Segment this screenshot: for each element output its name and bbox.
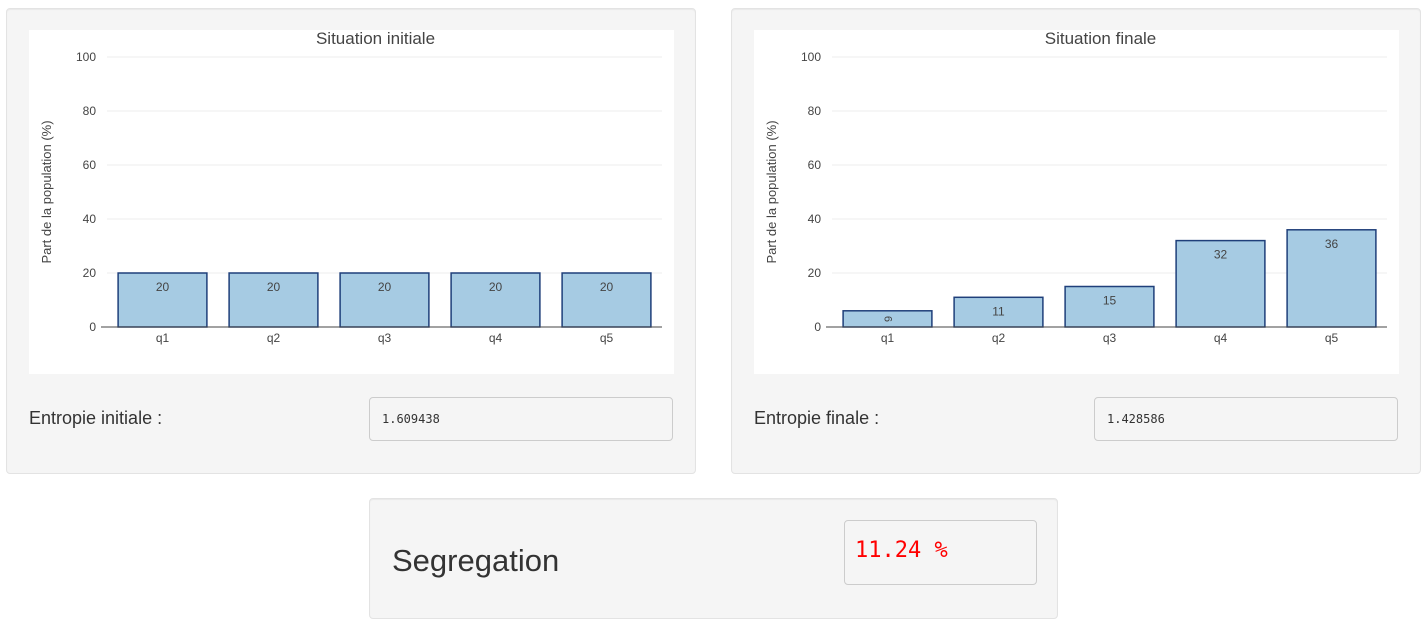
- y-tick-label-40: 40: [808, 212, 822, 226]
- initial-situation-panel: Situation initiale 0 20 40 60 80 100 Part de la…: [6, 8, 696, 474]
- x-tick-label-q2: q2: [267, 331, 281, 345]
- y-axis-label: Part de la population (%): [764, 120, 779, 263]
- bar-value-label-q1: 20: [156, 280, 170, 294]
- final-bar-chart: Situation finale 0 20 40 60 80 100 Part de la p…: [764, 30, 1387, 345]
- segregation-label: Segregation: [392, 543, 560, 578]
- bar-value-label-q3: 20: [378, 280, 392, 294]
- y-tick-label-20: 20: [83, 266, 97, 280]
- final-entropy-label: Entropie finale :: [754, 408, 880, 428]
- segregation-panel: Segregation 11.24 %: [369, 498, 1058, 619]
- y-tick-label-0: 0: [814, 320, 821, 334]
- x-tick-label-q5: q5: [600, 331, 614, 345]
- x-tick-label-q5: q5: [1325, 331, 1339, 345]
- bar-value-label-q2: 20: [267, 280, 281, 294]
- bar-value-label-q4: 20: [489, 280, 503, 294]
- chart-title: Situation initiale: [316, 30, 435, 48]
- x-tick-label-q1: q1: [881, 331, 895, 345]
- x-tick-label-q1: q1: [156, 331, 170, 345]
- x-tick-label-q3: q3: [1103, 331, 1117, 345]
- initial-chart[interactable]: Situation initiale 0 20 40 60 80 100 Part de la…: [29, 30, 674, 374]
- x-tick-label-q4: q4: [489, 331, 503, 345]
- chart-title: Situation finale: [1045, 30, 1157, 48]
- y-tick-label-80: 80: [808, 104, 822, 118]
- bar-value-label-q2: 11: [992, 304, 1005, 318]
- x-tick-label-q2: q2: [992, 331, 1006, 345]
- y-tick-label-40: 40: [83, 212, 97, 226]
- x-tick-label-q3: q3: [378, 331, 392, 345]
- y-axis-label: Part de la population (%): [39, 120, 54, 263]
- bar-value-label-q4: 32: [1214, 248, 1228, 262]
- initial-entropy-label: Entropie initiale :: [29, 408, 163, 428]
- bar-value-label-q5: 20: [600, 280, 614, 294]
- initial-bar-chart: Situation initiale 0 20 40 60 80 100 Part de la…: [39, 30, 662, 345]
- bar-value-label-q1: 6: [882, 316, 894, 322]
- bar-value-label-q5: 36: [1325, 237, 1339, 251]
- x-tick-label-q4: q4: [1214, 331, 1228, 345]
- final-situation-panel: Situation finale 0 20 40 60 80 100 Part de la p…: [731, 8, 1421, 474]
- y-tick-label-60: 60: [808, 158, 822, 172]
- y-tick-label-20: 20: [808, 266, 822, 280]
- y-tick-label-60: 60: [83, 158, 97, 172]
- y-tick-label-100: 100: [801, 50, 821, 64]
- final-chart[interactable]: Situation finale 0 20 40 60 80 100 Part de la p…: [754, 30, 1399, 374]
- bar-value-label-q3: 15: [1103, 294, 1117, 308]
- final-entropy-output: 1.428586: [1094, 397, 1398, 441]
- initial-entropy-output: 1.609438: [369, 397, 673, 441]
- y-tick-label-100: 100: [76, 50, 96, 64]
- y-tick-label-80: 80: [83, 104, 97, 118]
- y-tick-label-0: 0: [89, 320, 96, 334]
- segregation-output: 11.24 %: [844, 520, 1037, 585]
